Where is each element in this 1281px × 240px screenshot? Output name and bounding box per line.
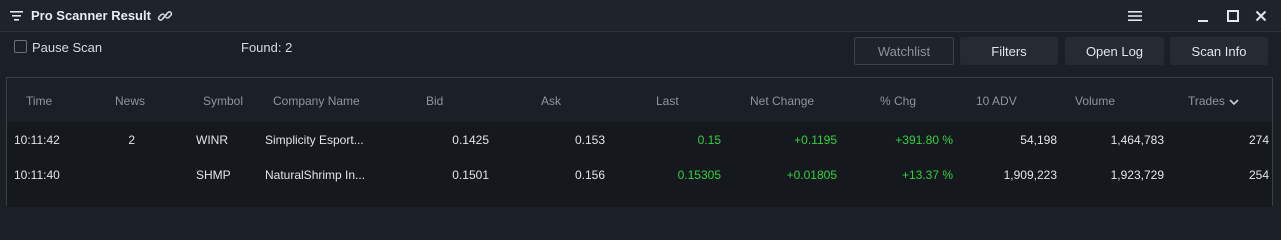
cell-trades: 254 — [1248, 168, 1269, 182]
column-header-time[interactable]: Time — [26, 94, 52, 108]
link-icon[interactable] — [157, 8, 173, 24]
cell-net-change: +0.1195 — [794, 133, 837, 147]
column-header-bid[interactable]: Bid — [426, 94, 443, 108]
results-table: Time News Symbol Company Name Bid Ask La… — [6, 77, 1273, 207]
column-header-net-change[interactable]: Net Change — [750, 94, 814, 108]
column-header-trades[interactable]: Trades — [1188, 94, 1239, 108]
title-bar: Pro Scanner Result — [0, 0, 1281, 32]
window-title: Pro Scanner Result — [31, 8, 151, 23]
cell-company: Simplicity Esport... — [265, 133, 364, 147]
cell-10-adv: 1,909,223 — [1003, 168, 1057, 182]
cell-last: 0.15305 — [677, 168, 721, 182]
pause-scan-checkbox[interactable] — [14, 40, 27, 53]
cell-volume: 1,923,729 — [1110, 168, 1164, 182]
cell-10-adv: 54,198 — [1020, 133, 1057, 147]
column-header-ask[interactable]: Ask — [541, 94, 561, 108]
cell-volume: 1,464,783 — [1110, 133, 1164, 147]
cell-symbol: SHMP — [196, 168, 231, 182]
cell-pct-chg: +13.37 % — [901, 168, 953, 182]
cell-ask: 0.153 — [574, 133, 605, 147]
cell-trades: 274 — [1248, 133, 1269, 147]
minimize-icon[interactable] — [1195, 8, 1211, 24]
close-icon[interactable] — [1253, 8, 1269, 24]
open-log-button[interactable]: Open Log — [1065, 37, 1164, 65]
maximize-icon[interactable] — [1225, 8, 1241, 24]
table-row[interactable]: 10:11:40 SHMP NaturalShrimp In... 0.1501… — [7, 157, 1272, 192]
filter-lines-icon[interactable] — [10, 11, 23, 21]
cell-time: 10:11:42 — [14, 133, 60, 147]
pause-scan-label[interactable]: Pause Scan — [32, 40, 102, 55]
column-header-company-name[interactable]: Company Name — [273, 94, 360, 108]
cell-ask: 0.156 — [574, 168, 605, 182]
cell-bid: 0.1501 — [452, 168, 489, 182]
column-header-last[interactable]: Last — [656, 94, 679, 108]
cell-bid: 0.1425 — [452, 133, 489, 147]
cell-symbol: WINR — [196, 133, 228, 147]
cell-net-change: +0.01805 — [786, 168, 837, 182]
chevron-down-icon — [1229, 99, 1239, 105]
column-header-pct-chg[interactable]: % Chg — [880, 94, 916, 108]
cell-news[interactable]: 2 — [107, 133, 135, 147]
cell-time: 10:11:40 — [14, 168, 60, 182]
table-body: 10:11:42 2 WINR Simplicity Esport... 0.1… — [7, 122, 1272, 207]
watchlist-button[interactable]: Watchlist — [854, 37, 954, 65]
table-header: Time News Symbol Company Name Bid Ask La… — [7, 78, 1272, 122]
cell-company: NaturalShrimp In... — [265, 168, 366, 182]
column-header-trades-label: Trades — [1188, 94, 1225, 108]
column-header-symbol[interactable]: Symbol — [203, 94, 243, 108]
hamburger-menu-icon[interactable] — [1127, 8, 1143, 24]
scan-info-button[interactable]: Scan Info — [1170, 37, 1268, 65]
cell-pct-chg: +391.80 % — [895, 133, 953, 147]
column-header-news[interactable]: News — [115, 94, 145, 108]
filters-button[interactable]: Filters — [960, 37, 1058, 65]
found-count: Found: 2 — [241, 40, 293, 55]
cell-last: 0.15 — [697, 133, 721, 147]
column-header-10-adv[interactable]: 10 ADV — [976, 94, 1017, 108]
column-header-volume[interactable]: Volume — [1075, 94, 1115, 108]
table-row[interactable]: 10:11:42 2 WINR Simplicity Esport... 0.1… — [7, 122, 1272, 157]
